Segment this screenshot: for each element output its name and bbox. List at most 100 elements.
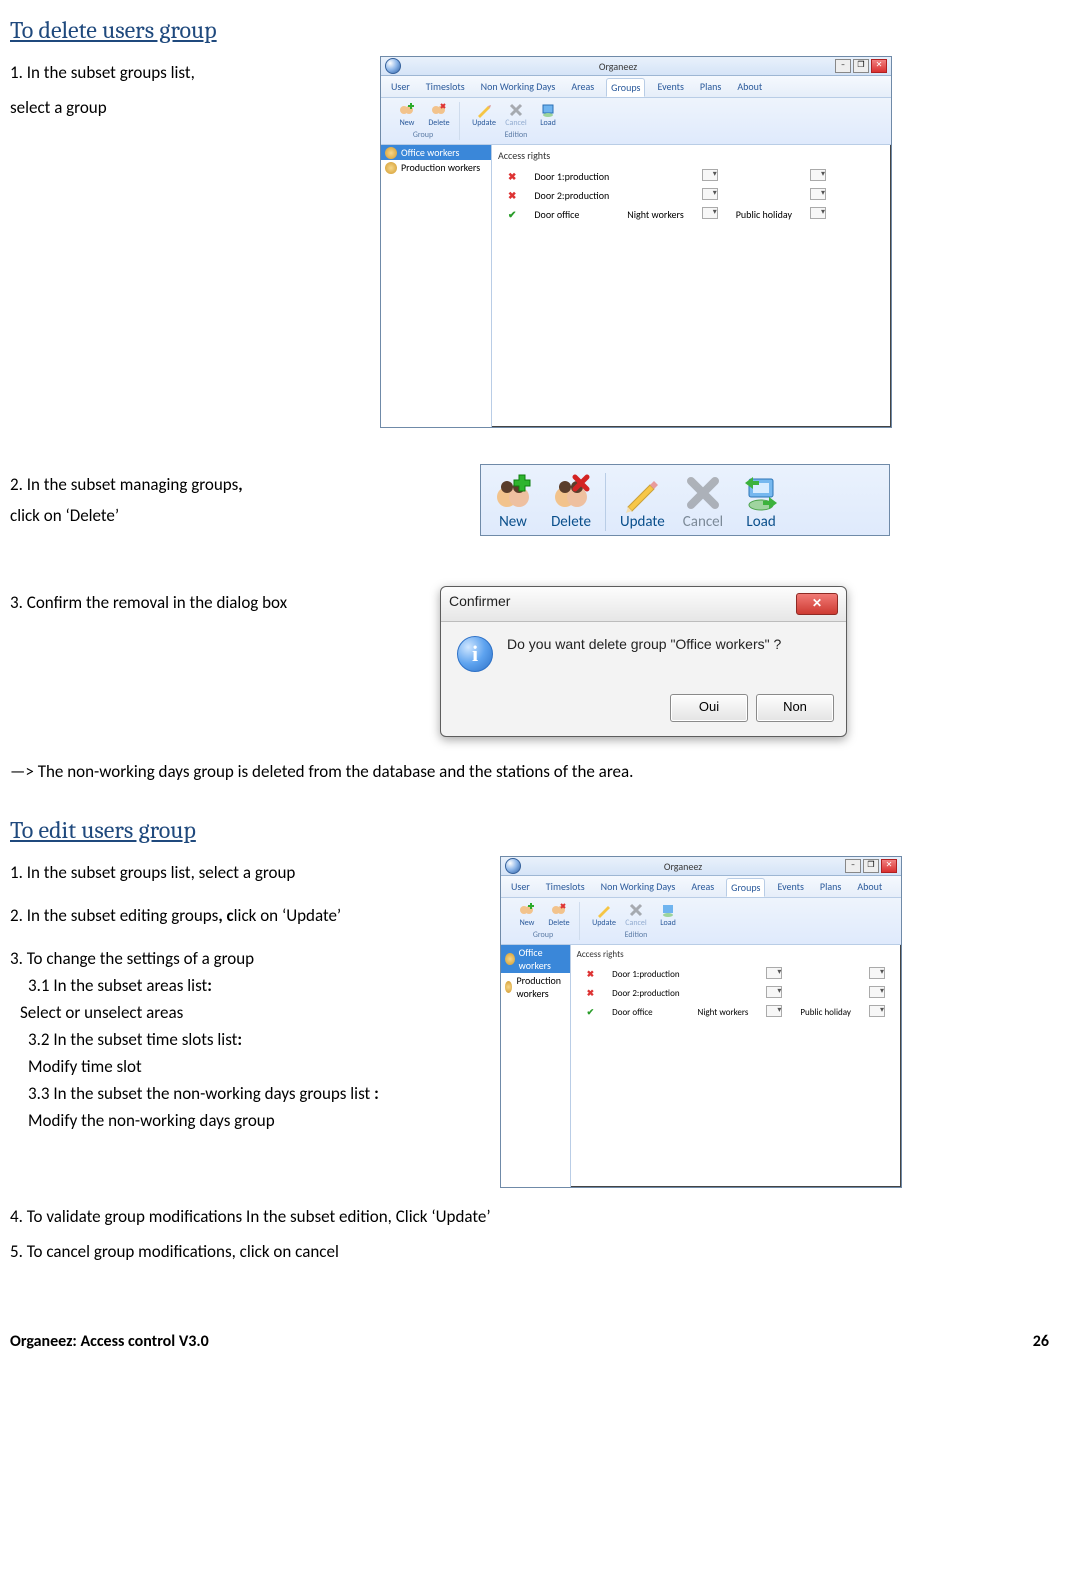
minimize-button[interactable]: –	[845, 859, 861, 873]
tab-nonworking[interactable]: Non Working Days	[597, 878, 680, 897]
delete-step2: 2. In the subset managing groups,	[10, 474, 450, 495]
delete-step3: 3. Confirm the removal in the dialog box	[10, 592, 410, 613]
tab-nonworking[interactable]: Non Working Days	[477, 78, 560, 97]
check-icon: ✔	[508, 208, 516, 221]
edit-step1: 1. In the subset groups list, select a g…	[10, 862, 470, 883]
ribbon-update-button[interactable]: Update	[590, 902, 618, 928]
sidebar-item-office[interactable]: Office workers	[501, 945, 570, 973]
edit-step3-2: 3.2 In the subset time slots list:	[28, 1029, 470, 1050]
calendar-select[interactable]	[869, 1005, 885, 1017]
calendar-select[interactable]	[810, 188, 826, 200]
groups-sidebar: Office workers Production workers	[381, 145, 492, 427]
cancel-icon	[683, 473, 723, 513]
close-button[interactable]: ✕	[871, 59, 887, 73]
sidebar-item-office[interactable]: Office workers	[381, 145, 491, 160]
table-row: ✔ Door office Night workers Public holid…	[500, 206, 834, 223]
tab-groups[interactable]: Groups	[606, 78, 645, 97]
calendar-select[interactable]	[869, 967, 885, 979]
tab-timeslots[interactable]: Timeslots	[422, 78, 469, 97]
group-icon	[505, 953, 515, 965]
pencil-icon	[622, 473, 662, 513]
groups-sidebar: Office workers Production workers	[501, 945, 571, 1187]
timeslot-select[interactable]	[702, 188, 718, 200]
delete-result: —> The non-working days group is deleted…	[10, 761, 1049, 782]
ribbon-load-button[interactable]: Load	[534, 102, 562, 128]
table-row: ✔Door officeNight workersPublic holiday	[579, 1004, 893, 1021]
titlebar: Organeez – ❐ ✕	[501, 857, 901, 876]
ribbon-update-button[interactable]: Update	[470, 102, 498, 128]
ribbon-delete-button[interactable]: Delete	[425, 102, 453, 128]
maximize-button[interactable]: ❐	[853, 59, 869, 73]
ribbon-tabs: User Timeslots Non Working Days Areas Gr…	[501, 876, 901, 898]
ribbon-cancel-button: Cancel	[502, 102, 530, 128]
timeslot-select[interactable]	[766, 1005, 782, 1017]
tab-about[interactable]: About	[853, 878, 886, 897]
window-title: Organeez	[401, 60, 835, 73]
tab-user[interactable]: User	[507, 878, 534, 897]
new-icon	[493, 473, 533, 513]
load-icon	[741, 473, 781, 513]
cross-icon: ✖	[508, 170, 516, 183]
table-row: ✖Door 2:production	[579, 985, 893, 1002]
tab-areas[interactable]: Areas	[567, 78, 598, 97]
ribbon-group-label: Group	[413, 130, 433, 140]
toolbar-closeup: New Delete Update Cancel Load	[480, 464, 890, 536]
ribbon: New Delete Group Update	[381, 98, 891, 145]
delete-icon	[551, 473, 591, 513]
tab-plans[interactable]: Plans	[696, 78, 725, 97]
page-number: 26	[1033, 1332, 1049, 1351]
table-row: ✖Door 1:production	[579, 966, 893, 983]
new-button[interactable]: New	[485, 471, 541, 533]
table-row: ✖ Door 1:production	[500, 168, 834, 185]
main-area: Access rights ✖ Door 1:production ✖ Door…	[492, 145, 891, 427]
ribbon-new-button[interactable]: New	[393, 102, 421, 128]
tab-plans[interactable]: Plans	[816, 878, 845, 897]
tab-areas[interactable]: Areas	[687, 878, 718, 897]
ribbon-new-button[interactable]: New	[513, 902, 541, 928]
organeez-window-2: Organeez – ❐ ✕ User Timeslots Non Workin…	[500, 856, 902, 1188]
ribbon-tabs: User Timeslots Non Working Days Areas Gr…	[381, 76, 891, 98]
dialog-no-button[interactable]: Non	[756, 694, 834, 722]
edit-step3-3: 3.3 In the subset the non-working days g…	[28, 1083, 470, 1104]
access-rights-header: Access rights	[498, 149, 885, 162]
sidebar-item-production[interactable]: Production workers	[381, 160, 491, 175]
calendar-select[interactable]	[810, 169, 826, 181]
delete-button[interactable]: Delete	[543, 471, 599, 533]
check-icon: ✔	[587, 1007, 595, 1018]
calendar-select[interactable]	[810, 207, 826, 219]
tab-timeslots[interactable]: Timeslots	[542, 878, 589, 897]
update-button[interactable]: Update	[612, 471, 673, 533]
timeslot-select[interactable]	[702, 207, 718, 219]
ribbon-delete-button[interactable]: Delete	[545, 902, 573, 928]
edit-step3-1b: Select or unselect areas	[10, 1002, 470, 1023]
tab-about[interactable]: About	[733, 78, 766, 97]
timeslot-select[interactable]	[766, 967, 782, 979]
dialog-close-button[interactable]: ✕	[796, 593, 838, 615]
timeslot-select[interactable]	[702, 169, 718, 181]
load-button[interactable]: Load	[733, 471, 789, 533]
group-icon	[385, 162, 397, 174]
close-button[interactable]: ✕	[881, 859, 897, 873]
app-logo-icon	[505, 858, 521, 874]
access-rights-table: ✖Door 1:production ✖Door 2:production ✔D…	[577, 964, 895, 1023]
dialog-yes-button[interactable]: Oui	[670, 694, 748, 722]
tab-events[interactable]: Events	[773, 878, 807, 897]
ribbon-load-button[interactable]: Load	[654, 902, 682, 928]
tab-events[interactable]: Events	[653, 78, 687, 97]
tab-user[interactable]: User	[387, 78, 414, 97]
timeslot-select[interactable]	[766, 986, 782, 998]
edit-step4: 4. To validate group modifications In th…	[10, 1206, 1049, 1227]
edit-step3-1: 3.1 In the subset areas list:	[28, 975, 470, 996]
delete-step1b: select a group	[10, 97, 350, 118]
dialog-title: Confirmer	[449, 593, 510, 615]
info-icon: i	[457, 636, 493, 672]
table-row: ✖ Door 2:production	[500, 187, 834, 204]
minimize-button[interactable]: –	[835, 59, 851, 73]
ribbon-group-label: Group	[533, 930, 553, 940]
group-icon	[505, 981, 512, 993]
maximize-button[interactable]: ❐	[863, 859, 879, 873]
calendar-select[interactable]	[869, 986, 885, 998]
tab-groups[interactable]: Groups	[726, 878, 765, 897]
sidebar-item-production[interactable]: Production workers	[501, 973, 570, 1001]
delete-step2b: click on ‘Delete’	[10, 505, 450, 526]
